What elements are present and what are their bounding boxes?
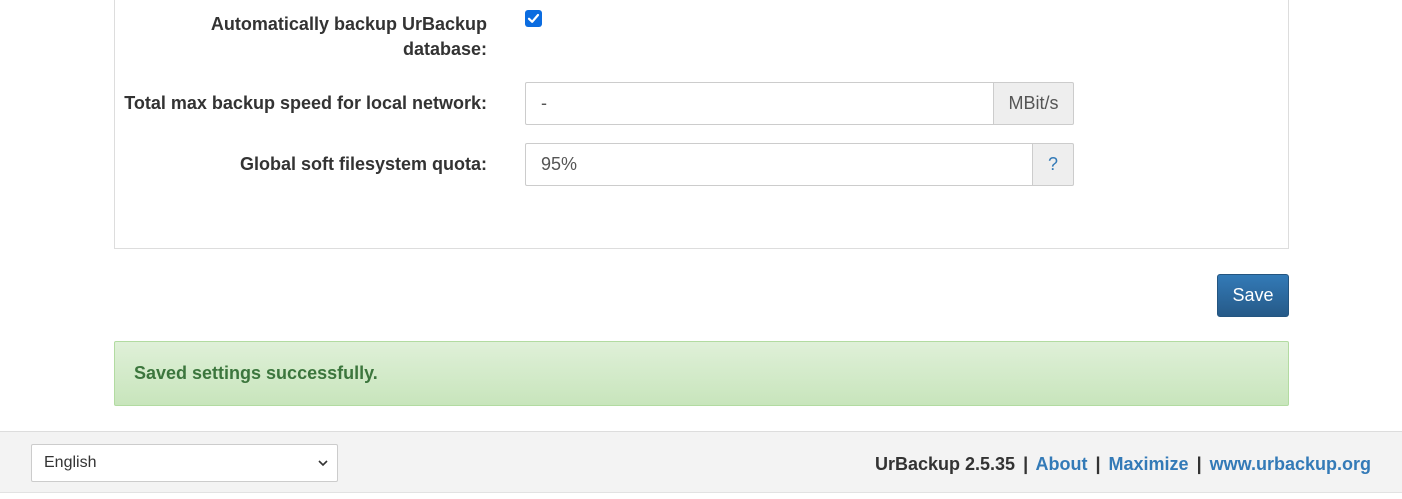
version-text: UrBackup 2.5.35 (874, 454, 1016, 474)
language-select-value: English (44, 454, 97, 471)
max-speed-input-group: MBit/s (525, 82, 1074, 125)
checkmark-icon (527, 13, 540, 23)
maximize-link[interactable]: Maximize (1109, 454, 1189, 474)
soft-quota-input-group: ? (525, 143, 1074, 186)
footer: English UrBackup 2.5.35 | About | Maximi… (0, 431, 1402, 493)
separator: | (1095, 454, 1101, 474)
soft-quota-help-button[interactable]: ? (1033, 143, 1074, 186)
soft-quota-label: Global soft filesystem quota: (239, 154, 487, 174)
max-speed-input[interactable] (525, 82, 994, 125)
auto-backup-db-label-line2: database: (402, 39, 487, 59)
settings-panel: Automatically backup UrBackup database: … (114, 0, 1289, 249)
language-select[interactable]: English (31, 444, 338, 482)
max-speed-label: Total max backup speed for local network… (124, 93, 487, 113)
separator: | (1023, 454, 1029, 474)
success-alert-message: Saved settings successfully. (134, 363, 378, 383)
auto-backup-db-checkbox[interactable] (525, 10, 542, 27)
max-speed-unit: MBit/s (994, 82, 1074, 125)
chevron-down-icon (318, 460, 328, 467)
auto-backup-db-label: Automatically backup UrBackup database: (115, 12, 487, 62)
about-link[interactable]: About (1035, 454, 1087, 474)
footer-links: UrBackup 2.5.35 | About | Maximize | www… (875, 454, 1371, 475)
website-link[interactable]: www.urbackup.org (1210, 454, 1371, 474)
success-alert: Saved settings successfully. (114, 341, 1289, 406)
save-button[interactable]: Save (1217, 274, 1289, 317)
separator: | (1196, 454, 1202, 474)
auto-backup-db-label-line1: Automatically backup UrBackup (210, 14, 487, 34)
soft-quota-input[interactable] (525, 143, 1033, 186)
